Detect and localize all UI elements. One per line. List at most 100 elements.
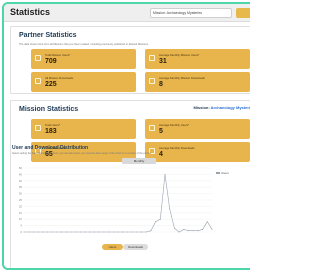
legend-swatch — [216, 172, 220, 175]
mission-go-button[interactable] — [236, 8, 250, 18]
stat-card-label: Total Mission Users* — [45, 53, 71, 57]
stat-card-label: Average Monthly Mission Users* — [159, 53, 200, 57]
data-point — [89, 231, 91, 233]
download-icon — [149, 78, 155, 84]
stat-card-label: Total Users* — [45, 123, 61, 127]
stat-card-avg-monthly-mission-downloads: Average Monthly Mission Downloads 8 — [145, 72, 250, 92]
data-point — [103, 231, 105, 233]
users-icon — [35, 125, 41, 131]
stat-card-label: All Mission Downloads — [45, 76, 73, 80]
data-point — [112, 231, 114, 233]
data-point — [145, 231, 147, 233]
stat-card-value: 4 — [159, 151, 163, 158]
data-point — [108, 231, 110, 233]
y-tick-label: 30 — [19, 192, 23, 196]
y-tick-label: 5 — [20, 224, 22, 228]
stat-card-value: 8 — [159, 81, 163, 88]
data-point — [159, 218, 161, 220]
y-tick-label: 0 — [20, 230, 22, 234]
data-point — [188, 230, 189, 232]
mission-name-label: Mission: Archaeology Mysteri — [193, 105, 250, 110]
statistics-window: Statistics Mission: Archaeology Mysterie… — [2, 2, 250, 270]
users-icon — [35, 55, 41, 61]
stat-card-value: 709 — [45, 58, 57, 65]
partner-statistics-description: The data shown here from all Missions th… — [19, 43, 149, 46]
data-point — [211, 228, 213, 230]
partner-statistics-title: Partner Statistics — [19, 32, 77, 39]
chart-legend: Users — [216, 171, 229, 175]
y-tick-label: 40 — [19, 179, 23, 183]
distribution-chart: 50454035302520151050 — [19, 166, 213, 234]
data-point — [84, 231, 86, 233]
mission-name: Archaeology Mysteri — [210, 105, 250, 110]
data-point — [75, 231, 77, 233]
data-point — [28, 231, 30, 233]
data-point — [150, 230, 152, 232]
y-tick-label: 50 — [19, 166, 23, 170]
mission-prefix: Mission: — [193, 105, 210, 110]
downloads-toggle[interactable]: Downloads — [123, 244, 148, 250]
data-point — [70, 231, 72, 233]
stat-card-avg-monthly-users: Average Monthly Users* 5 — [145, 119, 250, 139]
data-point — [206, 221, 208, 223]
data-point — [61, 231, 63, 233]
data-point — [126, 231, 128, 233]
stat-card-total-mission-users: Total Mission Users* 709 — [31, 49, 136, 69]
download-icon — [35, 78, 41, 84]
chart-description: Select setting the date tabs/toggle to h… — [12, 152, 152, 155]
chart-title: User and Download Distribution — [12, 145, 89, 151]
data-point — [197, 230, 199, 232]
y-tick-label: 20 — [19, 204, 23, 208]
stat-card-avg-monthly-downloads: Average Monthly Downloads 4 — [145, 142, 250, 162]
data-point — [56, 231, 58, 233]
users-icon — [149, 55, 155, 61]
stat-card-all-mission-downloads: All Mission Downloads 225 — [31, 72, 136, 92]
data-point — [178, 231, 180, 233]
y-tick-label: 10 — [19, 217, 23, 221]
page-title: Statistics — [10, 7, 51, 17]
data-point — [192, 230, 194, 232]
data-point — [79, 231, 81, 233]
data-point — [117, 231, 119, 233]
stat-card-total-users: Total Users* 183 — [31, 119, 136, 139]
data-point — [42, 231, 44, 233]
data-point — [131, 231, 133, 233]
data-point — [155, 221, 157, 223]
data-point — [65, 231, 67, 233]
data-point — [164, 173, 166, 175]
stat-card-value: 31 — [159, 58, 167, 65]
data-point — [169, 208, 171, 210]
data-point — [202, 228, 204, 230]
stat-card-avg-monthly-mission-users: Average Monthly Mission Users* 31 — [145, 49, 250, 69]
y-tick-label: 35 — [19, 185, 23, 189]
mission-select[interactable]: Mission: Archaeology Mysteries — [150, 8, 232, 18]
users-icon — [149, 125, 155, 131]
data-point — [122, 231, 124, 233]
partner-statistics-panel: Partner Statistics The data shown here f… — [10, 26, 250, 94]
stat-card-label: Average Monthly Mission Downloads — [159, 76, 205, 80]
mission-statistics-title: Mission Statistics — [19, 106, 79, 113]
y-tick-label: 25 — [19, 198, 23, 202]
data-point — [51, 231, 53, 233]
data-point — [47, 231, 48, 233]
users-toggle[interactable]: Users — [102, 244, 123, 250]
stat-card-value: 183 — [45, 128, 57, 135]
legend-label: Users — [221, 171, 229, 175]
stat-card-label: Average Monthly Downloads — [159, 146, 195, 150]
data-point — [136, 231, 138, 233]
stat-card-value: 225 — [45, 81, 57, 88]
data-point — [141, 231, 142, 233]
data-point — [183, 228, 185, 230]
series-line-users — [24, 174, 213, 233]
data-point — [37, 231, 39, 233]
stat-card-label: Average Monthly Users* — [159, 123, 190, 127]
data-point — [32, 231, 34, 233]
top-bar: Statistics Mission: Archaeology Mysterie… — [4, 4, 250, 22]
data-point — [23, 231, 25, 233]
data-point — [94, 231, 95, 233]
data-point — [98, 231, 100, 233]
stat-card-value: 5 — [159, 128, 163, 135]
y-tick-label: 15 — [19, 211, 23, 215]
y-tick-label: 45 — [19, 172, 23, 176]
data-point — [173, 227, 175, 229]
